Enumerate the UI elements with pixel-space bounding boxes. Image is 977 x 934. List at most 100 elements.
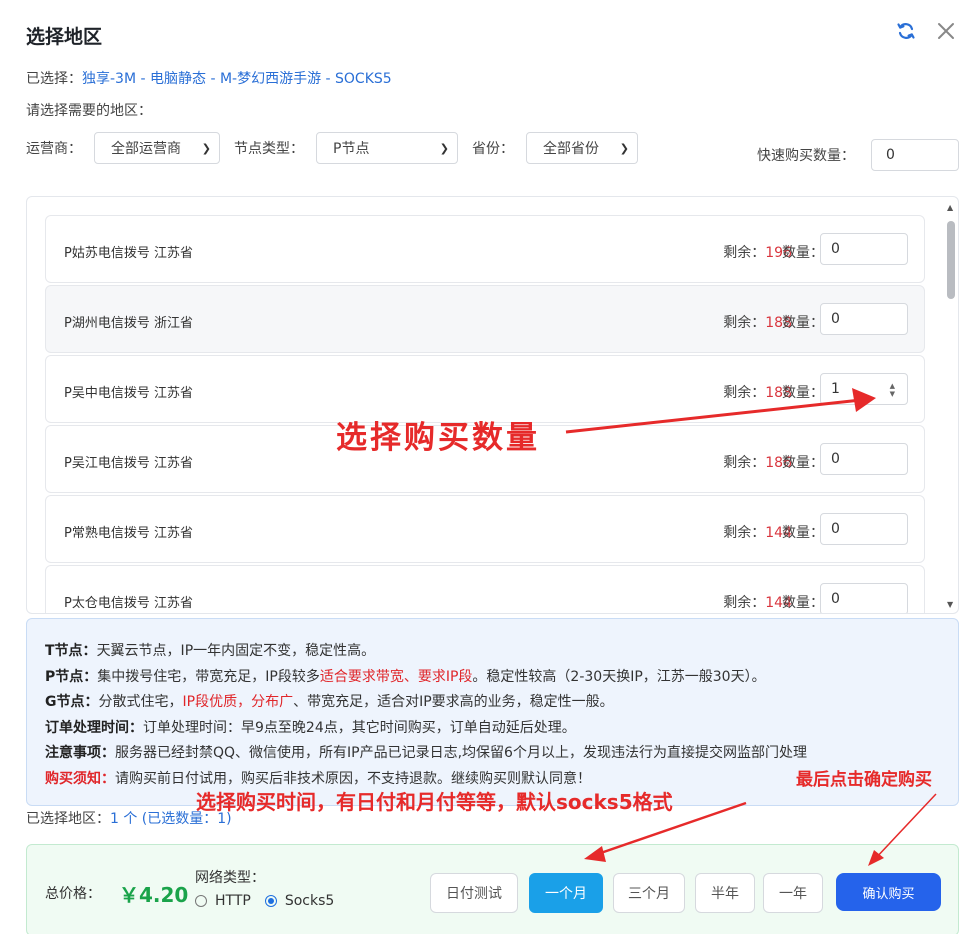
info-text: 。稳定性较高（2-30天换IP，江苏一般30天）。	[472, 668, 766, 685]
picked-label: 已选择地区：	[26, 811, 110, 827]
list-scrollbar[interactable]: ▲ ▼	[946, 203, 956, 609]
qty-input[interactable]: 1 ▲ ▼	[820, 373, 908, 405]
info-head: 订单处理时间：	[45, 719, 143, 736]
http-radio[interactable]	[195, 895, 207, 907]
annotation-time: 选择购买时间，有日付和月付等等，默认socks5格式	[196, 790, 673, 814]
header-actions	[895, 20, 957, 42]
chevron-down-icon: ❯	[619, 141, 629, 155]
region-row[interactable]: P姑苏电信拨号 江苏省 剩余：196 数量： 0	[45, 215, 925, 283]
scroll-up-icon[interactable]: ▲	[947, 203, 953, 212]
one-year-button[interactable]: 一年	[763, 873, 823, 913]
qty-input[interactable]: 0	[820, 583, 908, 613]
info-text: 集中拨号住宅，带宽充足，IP段较多	[97, 668, 320, 685]
remain-label: 剩余：	[723, 595, 766, 611]
info-head: 购买须知：	[45, 770, 115, 787]
close-icon[interactable]	[935, 20, 957, 42]
scroll-thumb[interactable]	[947, 221, 955, 299]
carrier-label: 运营商：	[26, 141, 82, 157]
qty-label: 数量：	[782, 245, 824, 261]
carrier-select[interactable]: 全部运营商 ❯	[94, 132, 220, 164]
region-row[interactable]: P太仓电信拨号 江苏省 剩余：144 数量： 0	[45, 565, 925, 613]
qty-value: 0	[831, 591, 840, 607]
info-p-node: P节点：集中拨号住宅，带宽充足，IP段较多适合要求带宽、要求IP段。稳定性较高（…	[45, 665, 958, 691]
remain-label: 剩余：	[723, 525, 766, 541]
info-t-node: T节点：天翼云节点，IP一年内固定不变，稳定性高。	[45, 639, 958, 665]
remain-label: 剩余：	[723, 245, 766, 261]
qty-label: 数量：	[782, 525, 824, 541]
qty-value: 1	[831, 381, 840, 397]
province-value: 全部省份	[543, 141, 599, 157]
node-type-value: P节点	[333, 141, 370, 157]
info-text: 天翼云节点，IP一年内固定不变，稳定性高。	[96, 643, 376, 659]
info-head: 注意事项：	[45, 745, 115, 761]
socks5-radio[interactable]	[264, 895, 277, 907]
qty-value: 0	[831, 241, 840, 257]
socks5-label[interactable]: Socks5	[285, 893, 334, 909]
chevron-down-icon: ❯	[201, 141, 211, 155]
network-type-radios: HTTP Socks5	[195, 893, 334, 909]
region-name: P吴中电信拨号 江苏省	[64, 386, 193, 401]
annotation-confirm: 最后点击确定购买	[796, 770, 932, 790]
region-list[interactable]: P姑苏电信拨号 江苏省 剩余：196 数量： 0 P湖州电信拨号 浙江省 剩余：188 数量…	[26, 196, 959, 614]
province-select[interactable]: 全部省份 ❯	[526, 132, 638, 164]
region-name: P姑苏电信拨号 江苏省	[64, 246, 193, 261]
qty-input[interactable]: 0	[820, 233, 908, 265]
info-order-time: 订单处理时间：订单处理时间：早9点至晚24点，其它时间购买，订单自动延后处理。	[45, 716, 958, 742]
region-name: P常熟电信拨号 江苏省	[64, 526, 193, 541]
region-name: P太仓电信拨号 江苏省	[64, 596, 193, 611]
remain-label: 剩余：	[723, 455, 766, 471]
refresh-icon[interactable]	[895, 20, 917, 42]
qty-label: 数量：	[782, 385, 824, 401]
scroll-down-icon[interactable]: ▼	[947, 600, 953, 609]
qty-label: 数量：	[782, 595, 824, 611]
info-text: 、带宽充足，适合对IP要求高的业务，稳定性一般。	[293, 694, 614, 710]
total-price: ￥4.20	[119, 883, 189, 907]
half-year-button[interactable]: 半年	[695, 873, 755, 913]
qty-value: 0	[831, 451, 840, 467]
info-text: 订单处理时间：早9点至晚24点，其它时间购买，订单自动延后处理。	[143, 719, 576, 736]
qty-input[interactable]: 0	[820, 443, 908, 475]
quick-buy-label: 快速购买数量：	[757, 148, 855, 164]
info-text: 分散式住宅，	[98, 694, 183, 710]
qty-value: 0	[831, 311, 840, 327]
filter-bar: 运营商： 全部运营商 ❯ 节点类型： P节点 ❯ 省份： 全部省份 ❯	[26, 132, 638, 164]
day-trial-button[interactable]: 日付测试	[430, 873, 518, 913]
chevron-down-icon: ❯	[439, 141, 449, 155]
annotation-qty: 选择购买数量	[336, 420, 540, 456]
quick-buy: 快速购买数量： 0	[757, 139, 959, 171]
region-name: P湖州电信拨号 浙江省	[64, 316, 193, 331]
three-month-button[interactable]: 三个月	[613, 873, 685, 913]
remain-label: 剩余：	[723, 385, 766, 401]
info-head: G节点：	[45, 694, 99, 710]
info-notice: 注意事项：服务器已经封禁QQ、微信使用，所有IP产品已记录日志,均保留6个月以上…	[45, 741, 958, 767]
node-type-label: 节点类型：	[234, 141, 304, 157]
info-text: 服务器已经封禁QQ、微信使用，所有IP产品已记录日志,均保留6个月以上，发现违法…	[115, 745, 807, 761]
qty-stepper-icon[interactable]: ▲ ▼	[890, 382, 895, 398]
province-label: 省份：	[472, 141, 514, 157]
one-month-button[interactable]: 一个月	[529, 873, 603, 913]
network-type-label: 网络类型：	[195, 870, 265, 886]
region-prompt: 请选择需要的地区：	[26, 103, 152, 119]
info-highlight: IP段优质，分布广	[182, 694, 294, 710]
region-row[interactable]: P常熟电信拨号 江苏省 剩余：144 数量： 0	[45, 495, 925, 563]
region-name: P吴江电信拨号 江苏省	[64, 456, 193, 471]
selected-product: 已选择：独享-3M - 电脑静态 - M-梦幻西游手游 - SOCKS5	[26, 68, 392, 88]
qty-label: 数量：	[782, 315, 824, 331]
total-price-label: 总价格：	[45, 886, 101, 902]
quick-buy-input[interactable]: 0	[871, 139, 959, 171]
dialog-title: 选择地区	[26, 26, 103, 48]
carrier-value: 全部运营商	[111, 141, 181, 157]
info-highlight: 适合要求带宽、要求IP段	[319, 668, 473, 685]
qty-value: 0	[831, 521, 840, 537]
purchase-bar: 总价格： ￥4.20 网络类型： HTTP Socks5 日付测试 一个月 三个…	[26, 844, 959, 934]
qty-input[interactable]: 0	[820, 513, 908, 545]
region-row[interactable]: P湖州电信拨号 浙江省 剩余：188 数量： 0	[45, 285, 925, 353]
qty-input[interactable]: 0	[820, 303, 908, 335]
http-label[interactable]: HTTP	[215, 893, 251, 909]
selected-label: 已选择：	[26, 71, 82, 87]
selected-value: 独享-3M - 电脑静态 - M-梦幻西游手游 - SOCKS5	[82, 71, 392, 87]
node-type-select[interactable]: P节点 ❯	[316, 132, 458, 164]
qty-label: 数量：	[782, 455, 824, 471]
remain-label: 剩余：	[723, 315, 766, 331]
confirm-purchase-button[interactable]: 确认购买	[836, 873, 941, 911]
